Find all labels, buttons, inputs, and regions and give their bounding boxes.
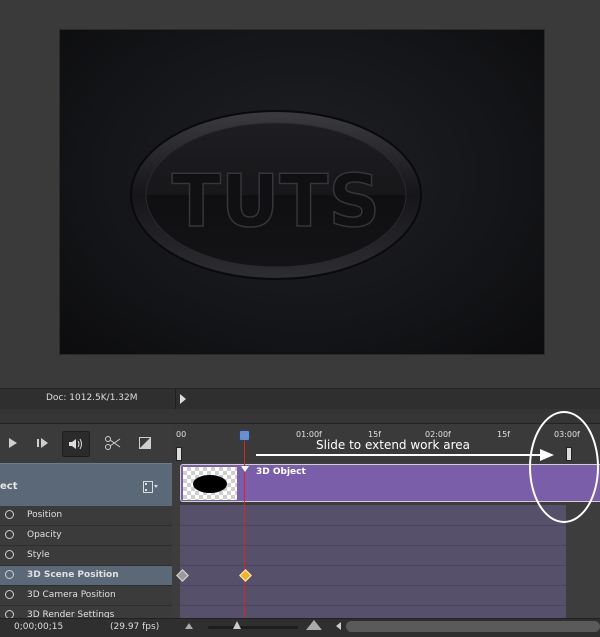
frame-rate: (29.97 fps) [110,622,160,632]
annotation-arrow [256,454,546,456]
stopwatch-icon[interactable] [5,570,14,579]
scissors-icon [105,436,121,450]
property-label: 3D Camera Position [27,590,116,600]
annotation-text: Slide to extend work area [316,438,470,452]
property-label: Style [27,550,50,560]
step-forward-button[interactable] [30,431,56,455]
logo-text: TUTS [172,159,381,243]
clip-label: 3D Object [256,467,306,477]
track-divider [180,585,566,586]
clip-marker-icon [241,466,249,472]
stopwatch-icon[interactable] [5,550,14,559]
audio-button[interactable] [62,431,90,457]
document-canvas[interactable]: TUTS [60,30,544,354]
property-row[interactable]: Style [0,546,172,566]
play-button[interactable] [0,431,26,455]
work-area-start-handle[interactable] [176,447,182,461]
panel-tab-bar [0,409,600,424]
doc-size-info: Doc: 1012.5K/1.32M [46,393,138,403]
tuts-logo-artwork: TUTS [130,110,422,280]
transition-icon [139,437,151,449]
stopwatch-icon[interactable] [5,510,14,519]
clip-thumbnail [183,467,237,500]
ruler-tick-label: 00 [176,430,187,439]
current-timecode[interactable]: 0;00;00;15 [14,622,63,632]
track-divider [180,605,566,606]
stopwatch-icon[interactable] [5,530,14,539]
film-icon[interactable] [143,478,159,497]
stopwatch-icon[interactable] [5,590,14,599]
track-divider [180,525,566,526]
transition-button[interactable] [132,431,158,455]
property-row[interactable]: Opacity [0,526,172,546]
zoom-in-icon[interactable] [306,620,322,630]
property-label: Opacity [27,530,62,540]
timeline-scrollbar[interactable] [346,621,600,632]
layer-name: ect [0,481,18,492]
split-button[interactable] [100,431,126,455]
annotation-circle [529,411,599,523]
playhead-handle[interactable] [239,430,250,441]
play-icon [9,438,17,448]
property-row-selected[interactable]: 3D Scene Position [0,566,172,586]
scroll-left-icon[interactable] [336,622,341,630]
track-divider [180,545,566,546]
property-label: 3D Scene Position [27,570,119,580]
zoom-slider-knob[interactable] [233,621,241,629]
ruler-tick-label: 15f [497,430,510,439]
clip-property-tracks [180,505,566,618]
audio-icon [69,438,82,450]
status-bar: Doc: 1012.5K/1.32M [0,388,600,410]
status-menu-arrow-icon[interactable] [180,394,186,404]
property-row[interactable]: Position [0,506,172,526]
divider [175,389,176,409]
playhead-line [244,432,245,618]
track-divider [180,565,566,566]
property-row[interactable]: 3D Camera Position [0,586,172,606]
step-forward-icon [37,438,48,448]
zoom-slider[interactable] [208,626,298,629]
property-label: Position [27,510,63,520]
zoom-out-icon[interactable] [185,623,193,629]
